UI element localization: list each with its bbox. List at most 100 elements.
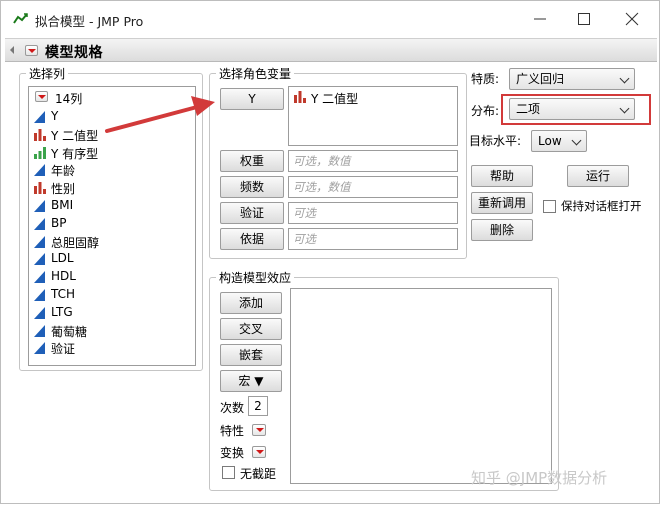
continuous-column-icon — [34, 289, 45, 301]
model-effects-list[interactable] — [290, 288, 552, 484]
add-button[interactable]: 添加 — [220, 292, 282, 314]
column-list-item[interactable]: 验证 — [33, 339, 193, 357]
model-spec-header: 模型规格 — [5, 38, 657, 62]
window-title: 拟合模型 - JMP Pro — [35, 14, 144, 29]
select-columns-title: 选择列 — [26, 65, 69, 82]
model-effects-panel: 构造模型效应 添加 交叉 嵌套 宏 ▼ 次数 2 特性 变换 无截距 — [209, 269, 559, 491]
column-label: BP — [51, 215, 67, 230]
role-variables-panel: 选择角色变量 Y Y 二值型 权重 可选，数值 频数 可选，数值 验证 可选 依… — [209, 65, 467, 259]
continuous-column-icon — [34, 342, 45, 355]
column-label: Y 有序型 — [51, 146, 99, 161]
title-bar: 拟合模型 - JMP Pro — [1, 1, 659, 37]
column-label: 总胆固醇 — [51, 235, 100, 250]
continuous-column-icon — [34, 324, 45, 337]
column-list-item[interactable]: Y — [33, 108, 193, 126]
continuous-column-icon — [34, 164, 45, 177]
column-label: 性别 — [51, 182, 76, 197]
column-count: 14列 — [55, 92, 83, 106]
macros-button[interactable]: 宏 ▼ — [220, 370, 282, 392]
transform-menu-icon[interactable] — [252, 446, 266, 458]
attributes-menu-icon[interactable] — [252, 424, 266, 436]
red-triangle-menu-icon[interactable] — [25, 45, 38, 56]
validation-role-button[interactable]: 验证 — [220, 202, 284, 224]
cross-button[interactable]: 交叉 — [220, 318, 282, 340]
attributes-label: 特性 — [220, 424, 245, 438]
distribution-value: 二项 — [516, 102, 541, 116]
column-label: Y — [51, 109, 59, 123]
degree-label: 次数 — [220, 401, 245, 415]
column-label: HDL — [51, 269, 76, 284]
ordinal-column-icon — [34, 146, 46, 159]
fit-model-window: 拟合模型 - JMP Pro 模型规格 选择列 14列 Y Y 二值型 Y 有序型年… — [0, 0, 660, 504]
personality-value: 广义回归 — [516, 72, 565, 86]
column-list-item[interactable]: HDL — [33, 268, 193, 286]
continuous-column-icon — [34, 253, 45, 266]
column-list-item[interactable]: 葡萄糖 — [33, 322, 193, 340]
column-list-item[interactable]: TCH — [33, 286, 193, 304]
column-list-item[interactable]: 总胆固醇 — [33, 233, 193, 251]
recall-button[interactable]: 重新调用 — [471, 192, 533, 214]
maximize-icon[interactable] — [573, 9, 595, 29]
y-role-button[interactable]: Y — [220, 88, 284, 110]
column-list-item[interactable]: LTG — [33, 304, 193, 322]
continuous-column-icon — [34, 306, 45, 319]
no-intercept-checkbox[interactable] — [222, 466, 235, 479]
watermark-text: 知乎 @JMP数据分析 — [471, 469, 608, 487]
column-label: LDL — [51, 251, 74, 266]
help-button[interactable]: 帮助 — [471, 165, 533, 187]
column-label: 葡萄糖 — [51, 324, 88, 339]
minimize-icon[interactable] — [529, 9, 551, 29]
header-title: 模型规格 — [45, 45, 103, 61]
remove-button[interactable]: 删除 — [471, 219, 533, 241]
column-label: LTG — [51, 304, 73, 319]
freq-role-button[interactable]: 频数 — [220, 176, 284, 198]
chevron-down-icon — [571, 135, 582, 146]
nominal-column-icon — [34, 182, 46, 195]
role-variables-title: 选择角色变量 — [216, 65, 295, 82]
column-list-menu-icon[interactable] — [35, 91, 48, 102]
keep-dialog-open-label: 保持对话框打开 — [561, 199, 642, 213]
transform-label: 变换 — [220, 446, 245, 460]
column-list-item[interactable]: 性别 — [33, 179, 193, 197]
validation-field[interactable]: 可选 — [288, 202, 458, 224]
continuous-column-icon — [34, 235, 45, 248]
distribution-dropdown[interactable]: 二项 — [509, 98, 635, 120]
nominal-column-icon — [294, 91, 306, 103]
run-button[interactable]: 运行 — [567, 165, 629, 187]
no-intercept-label: 无截距 — [240, 467, 277, 481]
by-role-button[interactable]: 依据 — [220, 228, 284, 250]
column-list-item[interactable]: Y 有序型 — [33, 144, 193, 162]
y-role-field[interactable]: Y 二值型 — [288, 86, 458, 146]
column-list-item[interactable]: Y 二值型 — [33, 126, 193, 144]
chevron-down-icon — [619, 73, 630, 84]
freq-field[interactable]: 可选，数值 — [288, 176, 458, 198]
weight-field[interactable]: 可选，数值 — [288, 150, 458, 172]
continuous-column-icon — [34, 200, 45, 212]
model-effects-title: 构造模型效应 — [216, 269, 295, 286]
column-list-item[interactable]: BMI — [33, 197, 193, 215]
target-level-label: 目标水平: — [469, 134, 522, 148]
column-list-item[interactable]: 年龄 — [33, 161, 193, 179]
personality-dropdown[interactable]: 广义回归 — [509, 68, 635, 90]
column-label: BMI — [51, 198, 74, 212]
jmp-app-icon — [13, 13, 28, 24]
close-icon[interactable] — [621, 9, 643, 29]
weight-role-button[interactable]: 权重 — [220, 150, 284, 172]
column-list[interactable]: 14列 Y Y 二值型 Y 有序型年龄性别 BMI BP 总胆固醇 LDL HDL TCH LTG… — [28, 86, 196, 366]
distribution-label: 分布: — [471, 104, 500, 118]
continuous-column-icon — [34, 271, 45, 284]
select-columns-panel: 选择列 14列 Y Y 二值型 Y 有序型年龄性别 BMI BP 总胆固醇 LDL HDL TC… — [19, 65, 203, 371]
target-level-dropdown[interactable]: Low — [531, 130, 587, 152]
nest-button[interactable]: 嵌套 — [220, 344, 282, 366]
degree-input[interactable]: 2 — [248, 396, 268, 416]
by-field[interactable]: 可选 — [288, 228, 458, 250]
continuous-column-icon — [34, 217, 45, 230]
column-list-item[interactable]: BP — [33, 215, 193, 233]
column-list-item[interactable]: LDL — [33, 250, 193, 268]
column-label: Y 二值型 — [51, 128, 99, 143]
y-role-value: Y 二值型 — [311, 92, 359, 106]
collapse-grip-icon[interactable] — [9, 45, 19, 55]
column-label: 年龄 — [51, 164, 76, 179]
target-level-value: Low — [538, 134, 562, 148]
keep-dialog-open-checkbox[interactable] — [543, 200, 556, 213]
